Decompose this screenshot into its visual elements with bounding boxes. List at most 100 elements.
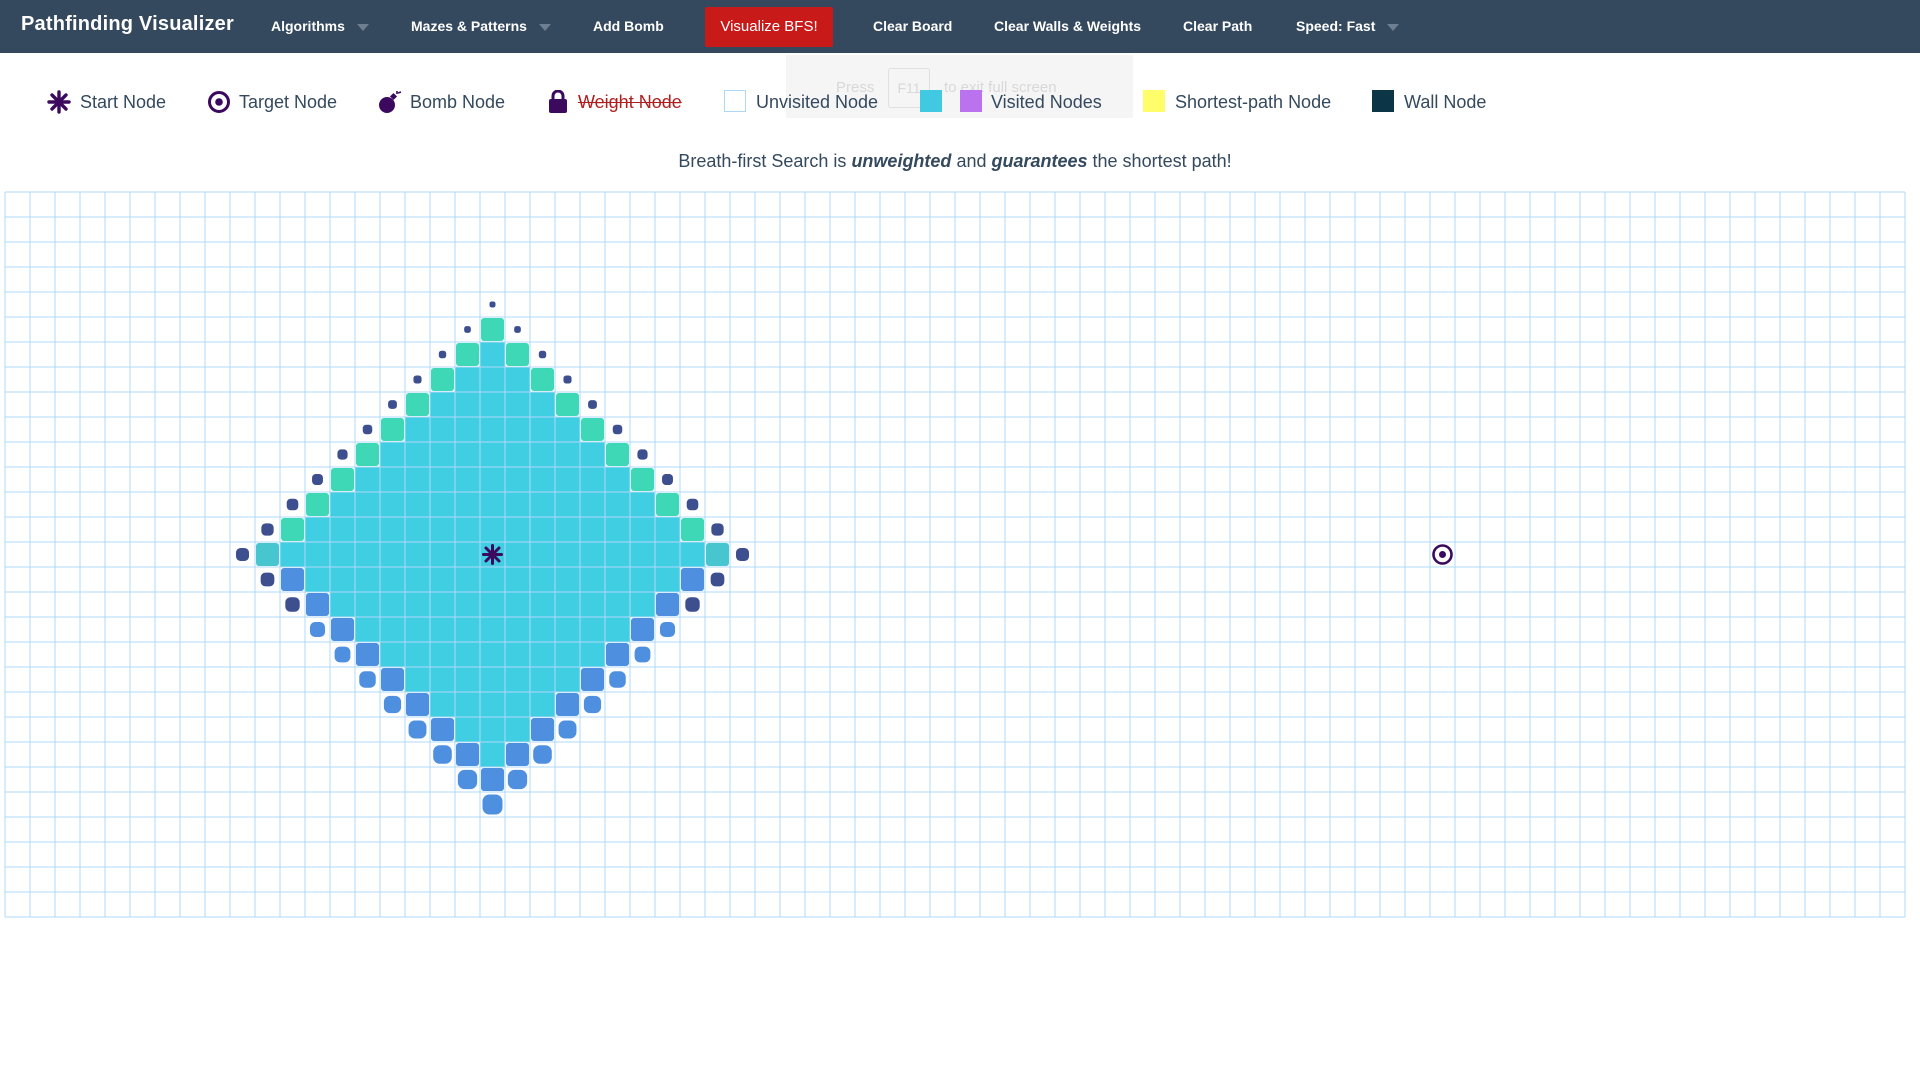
visited-node[interactable] bbox=[455, 392, 480, 417]
visited-node[interactable] bbox=[480, 692, 505, 717]
animating-node[interactable] bbox=[388, 400, 397, 409]
visited-node[interactable] bbox=[380, 442, 405, 467]
visited-node[interactable] bbox=[605, 492, 630, 517]
visited-node[interactable] bbox=[530, 392, 555, 417]
visited-node[interactable] bbox=[555, 567, 580, 592]
visited-node[interactable] bbox=[380, 592, 405, 617]
animating-node[interactable] bbox=[362, 424, 373, 435]
visited-node[interactable] bbox=[530, 492, 555, 517]
visited-node[interactable] bbox=[580, 642, 605, 667]
visited-node[interactable] bbox=[380, 642, 405, 667]
visited-node[interactable] bbox=[405, 542, 430, 567]
frontier-node[interactable] bbox=[381, 668, 404, 691]
frontier-node[interactable] bbox=[506, 743, 529, 766]
visited-node[interactable] bbox=[555, 617, 580, 642]
visited-node[interactable] bbox=[480, 492, 505, 517]
frontier-node[interactable] bbox=[506, 343, 529, 366]
visited-node[interactable] bbox=[580, 617, 605, 642]
animating-node[interactable] bbox=[285, 597, 300, 612]
visited-node[interactable] bbox=[630, 567, 655, 592]
frontier-node[interactable] bbox=[431, 718, 454, 741]
animating-node[interactable] bbox=[383, 695, 402, 714]
frontier-node[interactable] bbox=[556, 393, 579, 416]
animating-node[interactable] bbox=[686, 498, 699, 511]
animating-node[interactable] bbox=[312, 474, 323, 485]
visited-node[interactable] bbox=[455, 692, 480, 717]
visited-node[interactable] bbox=[430, 642, 455, 667]
visited-node[interactable] bbox=[530, 567, 555, 592]
visited-node[interactable] bbox=[355, 542, 380, 567]
visited-node[interactable] bbox=[380, 492, 405, 517]
animating-node[interactable] bbox=[309, 621, 326, 638]
visited-node[interactable] bbox=[380, 567, 405, 592]
visited-node[interactable] bbox=[605, 467, 630, 492]
visited-node[interactable] bbox=[405, 517, 430, 542]
visited-node[interactable] bbox=[555, 467, 580, 492]
visited-node[interactable] bbox=[505, 517, 530, 542]
visited-node[interactable] bbox=[580, 442, 605, 467]
visited-node[interactable] bbox=[630, 542, 655, 567]
animating-node[interactable] bbox=[261, 523, 274, 536]
visited-node[interactable] bbox=[405, 467, 430, 492]
visited-node[interactable] bbox=[380, 542, 405, 567]
frontier-node[interactable] bbox=[531, 368, 554, 391]
visited-node[interactable] bbox=[380, 617, 405, 642]
visited-node[interactable] bbox=[555, 642, 580, 667]
frontier-node[interactable] bbox=[456, 343, 479, 366]
frontier-node[interactable] bbox=[356, 443, 379, 466]
frontier-node[interactable] bbox=[581, 418, 604, 441]
frontier-node[interactable] bbox=[556, 693, 579, 716]
visited-node[interactable] bbox=[605, 592, 630, 617]
animating-node[interactable] bbox=[583, 695, 602, 714]
animating-node[interactable] bbox=[334, 646, 351, 663]
visited-node[interactable] bbox=[455, 492, 480, 517]
visited-node[interactable] bbox=[480, 367, 505, 392]
visited-node[interactable] bbox=[430, 492, 455, 517]
visited-node[interactable] bbox=[480, 467, 505, 492]
frontier-node[interactable] bbox=[656, 593, 679, 616]
visited-node[interactable] bbox=[555, 492, 580, 517]
visited-node[interactable] bbox=[555, 542, 580, 567]
frontier-node[interactable] bbox=[481, 768, 504, 791]
visited-node[interactable] bbox=[530, 467, 555, 492]
visited-node[interactable] bbox=[555, 667, 580, 692]
animating-node[interactable] bbox=[408, 720, 427, 739]
visited-node[interactable] bbox=[505, 467, 530, 492]
visited-node[interactable] bbox=[355, 592, 380, 617]
animating-node[interactable] bbox=[464, 326, 471, 333]
visited-node[interactable] bbox=[455, 667, 480, 692]
visited-node[interactable] bbox=[530, 542, 555, 567]
visited-node[interactable] bbox=[430, 667, 455, 692]
visited-node[interactable] bbox=[530, 442, 555, 467]
frontier-node[interactable] bbox=[456, 743, 479, 766]
visited-node[interactable] bbox=[655, 517, 680, 542]
visited-node[interactable] bbox=[405, 667, 430, 692]
visited-node[interactable] bbox=[480, 592, 505, 617]
visited-node[interactable] bbox=[430, 617, 455, 642]
visited-node[interactable] bbox=[280, 542, 305, 567]
visited-node[interactable] bbox=[330, 592, 355, 617]
frontier-node[interactable] bbox=[256, 543, 279, 566]
animating-node[interactable] bbox=[612, 424, 623, 435]
animating-node[interactable] bbox=[286, 498, 299, 511]
frontier-node[interactable] bbox=[431, 368, 454, 391]
animating-node[interactable] bbox=[514, 326, 521, 333]
visited-node[interactable] bbox=[630, 492, 655, 517]
visited-node[interactable] bbox=[330, 492, 355, 517]
visited-node[interactable] bbox=[405, 417, 430, 442]
animating-node[interactable] bbox=[662, 474, 673, 485]
visited-node[interactable] bbox=[580, 492, 605, 517]
visited-node[interactable] bbox=[430, 542, 455, 567]
start-node-icon[interactable] bbox=[482, 544, 503, 565]
visited-node[interactable] bbox=[605, 567, 630, 592]
visited-node[interactable] bbox=[455, 517, 480, 542]
animating-node[interactable] bbox=[337, 449, 348, 460]
frontier-node[interactable] bbox=[406, 693, 429, 716]
visited-node[interactable] bbox=[480, 342, 505, 367]
animating-node[interactable] bbox=[482, 794, 503, 815]
visited-node[interactable] bbox=[380, 467, 405, 492]
visited-node[interactable] bbox=[305, 517, 330, 542]
frontier-node[interactable] bbox=[631, 618, 654, 641]
visited-node[interactable] bbox=[580, 467, 605, 492]
visited-node[interactable] bbox=[505, 617, 530, 642]
